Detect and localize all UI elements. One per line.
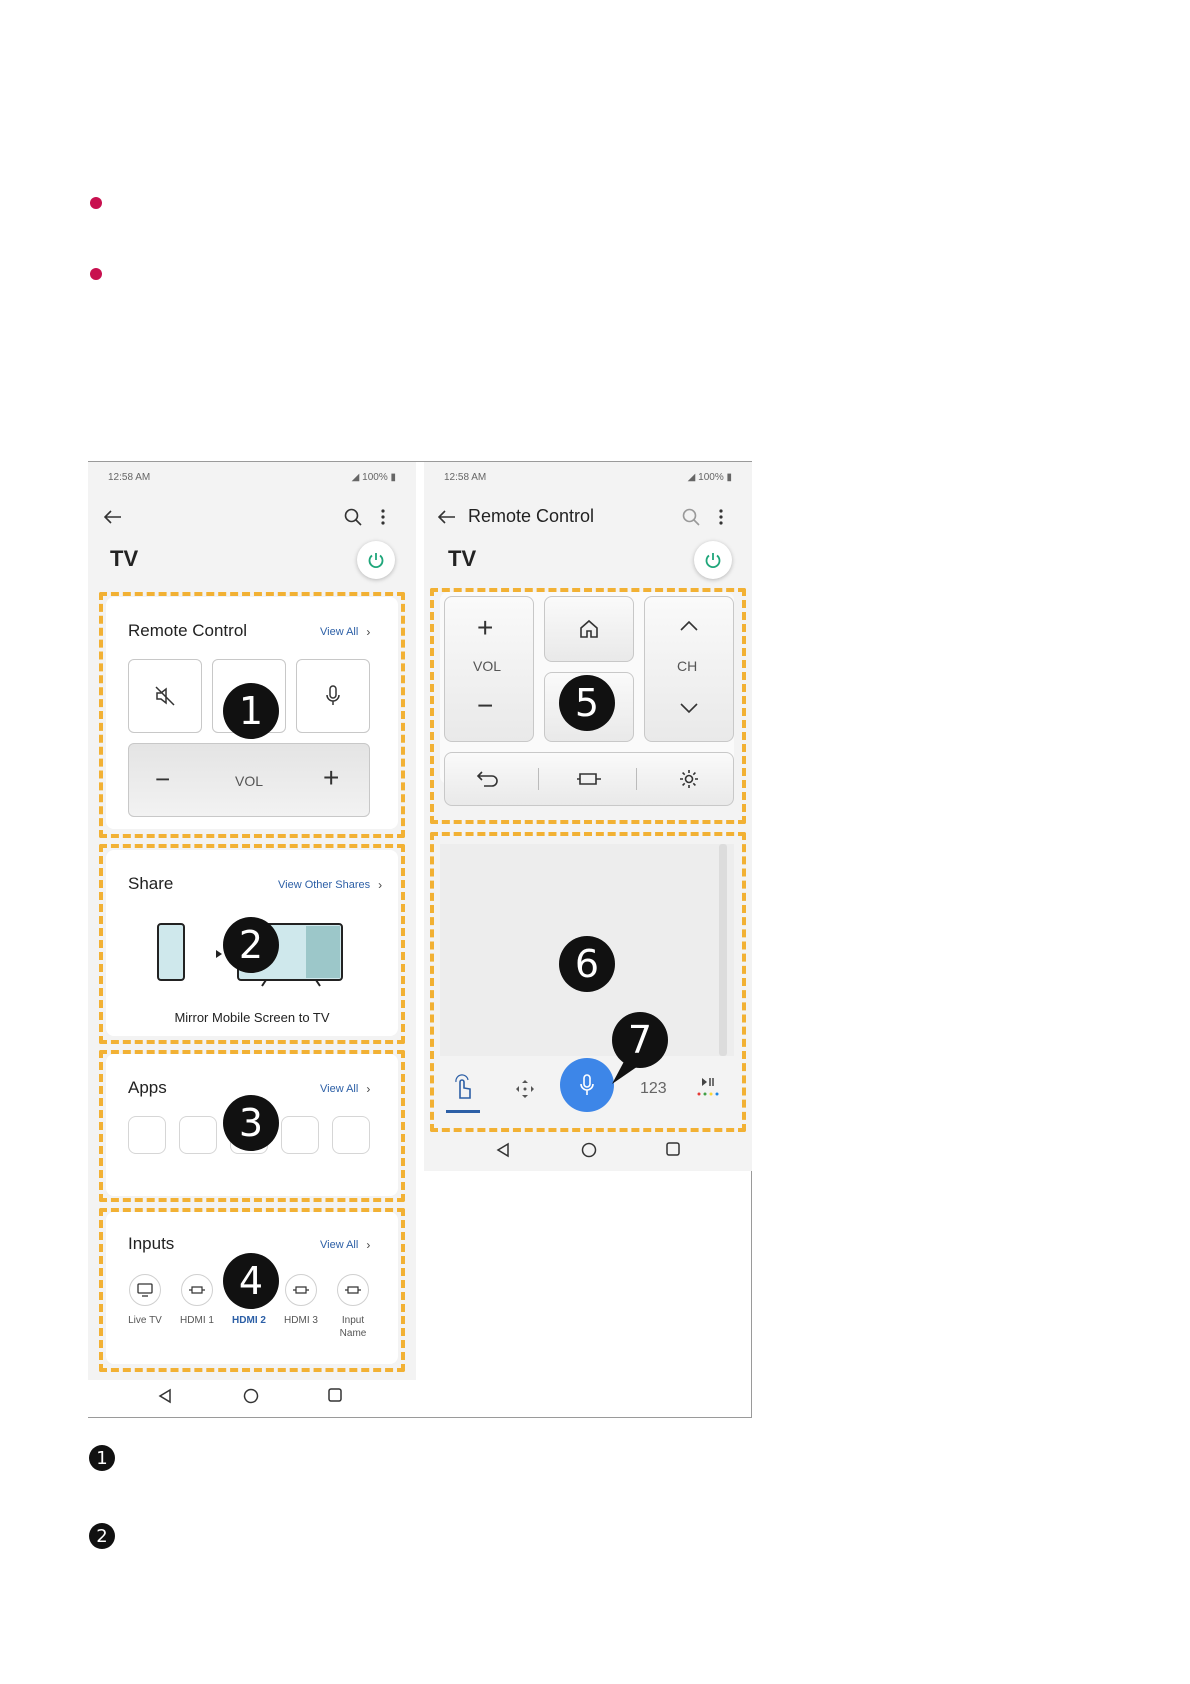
power-icon (705, 553, 721, 569)
callout-badge-2: 2 (223, 917, 279, 973)
device-title: TV (110, 546, 139, 571)
legend-number-2: 2 (89, 1523, 115, 1549)
power-icon (368, 553, 384, 569)
system-nav-bar (88, 1380, 416, 1414)
right-phone-screen: 12:58 AM ◢ 100% ▮ Remote Control TV + VO… (424, 462, 752, 1171)
status-time: 12:58 AM (444, 472, 487, 483)
app-bar (88, 496, 416, 536)
nav-recents-icon[interactable] (328, 1388, 342, 1402)
callout-badge-4: 4 (223, 1253, 279, 1309)
power-button[interactable] (357, 541, 395, 579)
nav-back-icon[interactable] (158, 1388, 172, 1404)
nav-recents-icon[interactable] (666, 1142, 680, 1156)
nav-back-icon[interactable] (496, 1142, 510, 1158)
power-button[interactable] (694, 541, 732, 579)
more-options-icon[interactable] (370, 504, 396, 530)
callout-badge-5: 5 (559, 675, 615, 731)
page-title: Remote Control (468, 506, 595, 526)
more-options-icon[interactable] (708, 504, 734, 530)
callout-badge-3: 3 (223, 1095, 279, 1151)
device-title: TV (448, 546, 477, 571)
callout-badge-7: 7 (612, 1012, 668, 1068)
legend-number-1: 1 (89, 1445, 115, 1471)
app-bar: Remote Control (424, 496, 752, 536)
bullet-1 (90, 197, 102, 209)
figure-divider (751, 1170, 752, 1418)
back-arrow-icon[interactable] (434, 504, 460, 530)
nav-home-icon[interactable] (581, 1142, 597, 1158)
status-battery: ◢ 100% ▮ (687, 472, 732, 483)
bullet-2 (90, 268, 102, 280)
nav-home-icon[interactable] (243, 1388, 259, 1404)
status-battery: ◢ 100% ▮ (351, 472, 396, 483)
search-icon[interactable] (678, 504, 704, 530)
search-icon[interactable] (340, 504, 366, 530)
figure-divider (88, 1417, 752, 1418)
status-time: 12:58 AM (108, 472, 151, 483)
back-arrow-icon[interactable] (100, 504, 126, 530)
callout-badge-6: 6 (559, 936, 615, 992)
system-nav-bar (424, 1134, 752, 1168)
callout-badge-1: 1 (223, 683, 279, 739)
